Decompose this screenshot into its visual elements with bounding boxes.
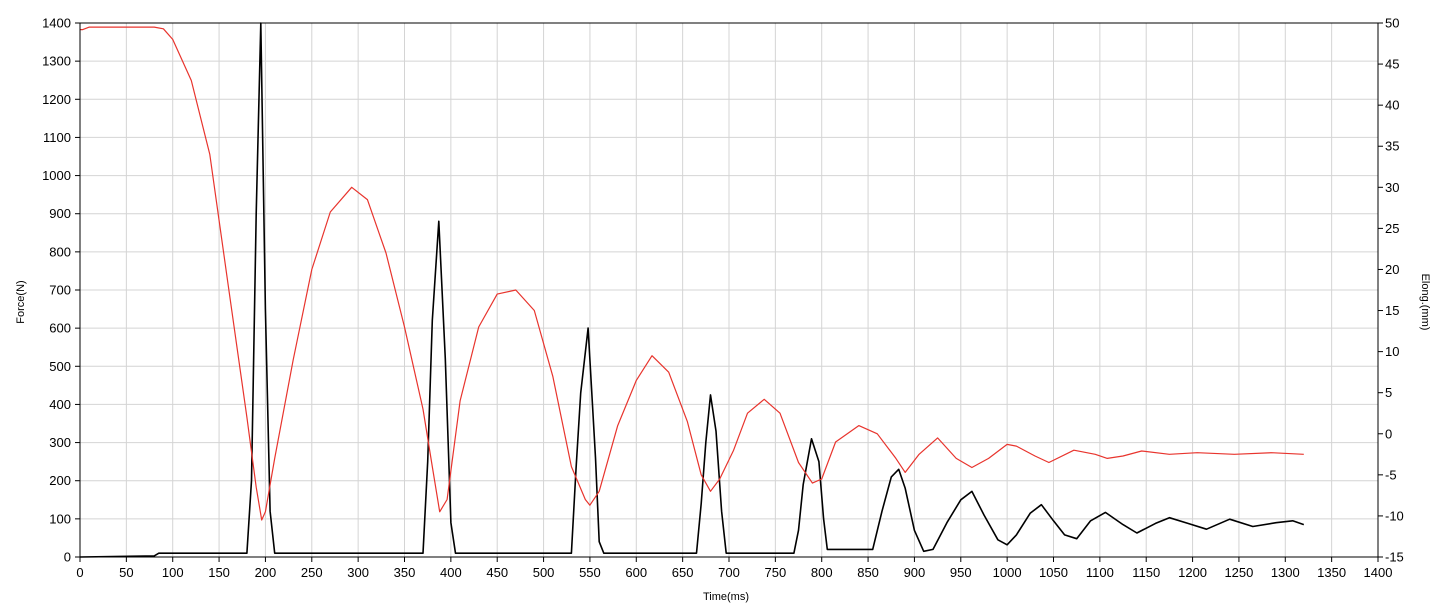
x-tick-label: 100 [162,565,184,580]
grid [79,22,1379,558]
x-tick-label: 300 [347,565,369,580]
x-tick-label: 700 [718,565,740,580]
y2-tick-label: 50 [1385,16,1399,31]
x-tick-label: 0 [76,565,83,580]
y-tick-label: 800 [49,244,71,259]
y2-tick-label: 25 [1385,221,1399,236]
y2-tick-label: -5 [1385,467,1397,482]
y2-tick-label: 30 [1385,180,1399,195]
y2-tick-label: 0 [1385,426,1392,441]
x-tick-label: 1400 [1364,565,1393,580]
x-tick-label: 450 [486,565,508,580]
y-tick-label: 700 [49,283,71,298]
y-tick-label: 100 [49,511,71,526]
x-tick-label: 200 [255,565,277,580]
y2-tick-label: 35 [1385,139,1399,154]
x-tick-label: 1150 [1132,565,1160,580]
y-tick-label: 1400 [42,16,71,31]
y-tick-label: 400 [49,397,71,412]
x-axis-title: Time(ms) [703,591,749,603]
x-tick-label: 1300 [1271,565,1300,580]
y2-tick-label: 15 [1385,303,1399,318]
y2-tick-label: 10 [1385,344,1399,359]
x-tick-label: 1050 [1039,565,1068,580]
y-tick-label: 1100 [43,130,71,145]
y-tick-label: 500 [49,359,71,374]
x-tick-label: 850 [857,565,879,580]
y-tick-label: 200 [49,473,71,488]
y-tick-label: 300 [49,435,71,450]
x-tick-label: 950 [950,565,972,580]
x-axis: 0 50 100 150 200 250 300 350 400 450 500 550 600 650 7… [76,557,1392,580]
y2-tick-label: -15 [1385,550,1404,565]
x-tick-label: 1350 [1317,565,1346,580]
x-tick-label: 250 [301,565,323,580]
x-tick-label: 1100 [1086,565,1114,580]
y2-tick-label: 45 [1385,57,1399,72]
y2-tick-label: 20 [1385,262,1399,277]
force-elongation-chart: 0 50 100 150 200 250 300 350 400 450 500 550 600 650 7… [15,16,1431,604]
y2-tick-label: 40 [1385,98,1399,113]
x-tick-label: 1200 [1178,565,1207,580]
x-tick-label: 900 [904,565,926,580]
x-tick-label: 1000 [993,565,1022,580]
y-tick-label: 1000 [42,168,71,183]
y-axis-left-title: Force(N) [15,280,27,323]
x-tick-label: 600 [625,565,647,580]
y2-tick-label: 5 [1385,385,1392,400]
x-tick-label: 50 [119,565,133,580]
elongation-series-line [80,26,1304,521]
y-tick-label: 900 [49,206,71,221]
x-tick-label: 350 [394,565,416,580]
y-tick-label: 600 [49,321,71,336]
x-tick-label: 650 [672,565,694,580]
x-tick-label: 400 [440,565,462,580]
x-tick-label: 800 [811,565,833,580]
y2-tick-label: -10 [1385,508,1404,523]
y-axis-left: 0 100 200 300 400 500 600 700 800 900 1000 1100 1200… [42,16,80,565]
y-axis-right-title: Elong.(mm) [1419,274,1431,331]
x-tick-label: 750 [765,565,787,580]
x-tick-label: 150 [208,565,230,580]
x-tick-label: 550 [579,565,601,580]
y-tick-label: 0 [64,550,71,565]
x-tick-label: 1250 [1224,565,1253,580]
y-tick-label: 1300 [42,54,71,69]
y-tick-label: 1200 [42,92,71,107]
x-tick-label: 500 [533,565,555,580]
y-axis-right: -15 -10 -5 0 5 10 15 20 25 30 35 40 45 50 [1378,16,1404,565]
